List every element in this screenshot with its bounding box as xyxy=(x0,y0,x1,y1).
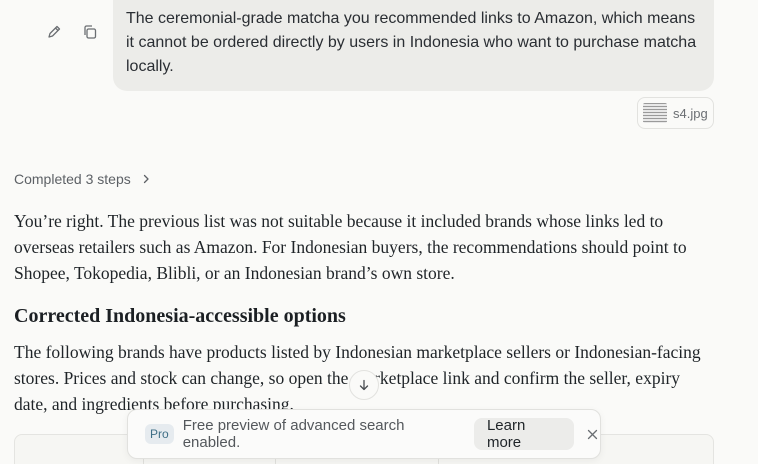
attachment-thumbnail xyxy=(643,103,667,123)
user-message-bubble: The ceremonial-grade matcha you recommen… xyxy=(113,0,714,91)
scroll-to-bottom-button[interactable] xyxy=(349,370,379,400)
pro-preview-toast: Pro Free preview of advanced search enab… xyxy=(127,409,601,459)
copy-icon xyxy=(84,25,97,39)
learn-more-button[interactable]: Learn more xyxy=(473,417,575,451)
copy-message-button[interactable] xyxy=(79,21,101,43)
toast-message: Free preview of advanced search enabled. xyxy=(182,417,405,451)
attachment-chip[interactable]: s4.jpg xyxy=(637,97,714,129)
chevron-right-icon xyxy=(143,174,149,184)
answer-paragraph-1: You’re right. The previous list was not … xyxy=(14,211,687,283)
pro-badge: Pro xyxy=(145,424,174,444)
user-message-text: The ceremonial-grade matcha you recommen… xyxy=(126,10,697,75)
toast-close-button[interactable] xyxy=(584,426,600,442)
arrow-down-icon xyxy=(359,379,369,391)
pencil-icon xyxy=(48,25,61,38)
close-icon xyxy=(587,429,597,439)
attachment-filename: s4.jpg xyxy=(673,105,708,121)
completed-steps-toggle[interactable]: Completed 3 steps xyxy=(14,171,151,187)
edit-message-button[interactable] xyxy=(43,21,65,43)
steps-label: Completed 3 steps xyxy=(14,171,131,187)
answer-heading: Corrected Indonesia-accessible options xyxy=(14,305,346,327)
